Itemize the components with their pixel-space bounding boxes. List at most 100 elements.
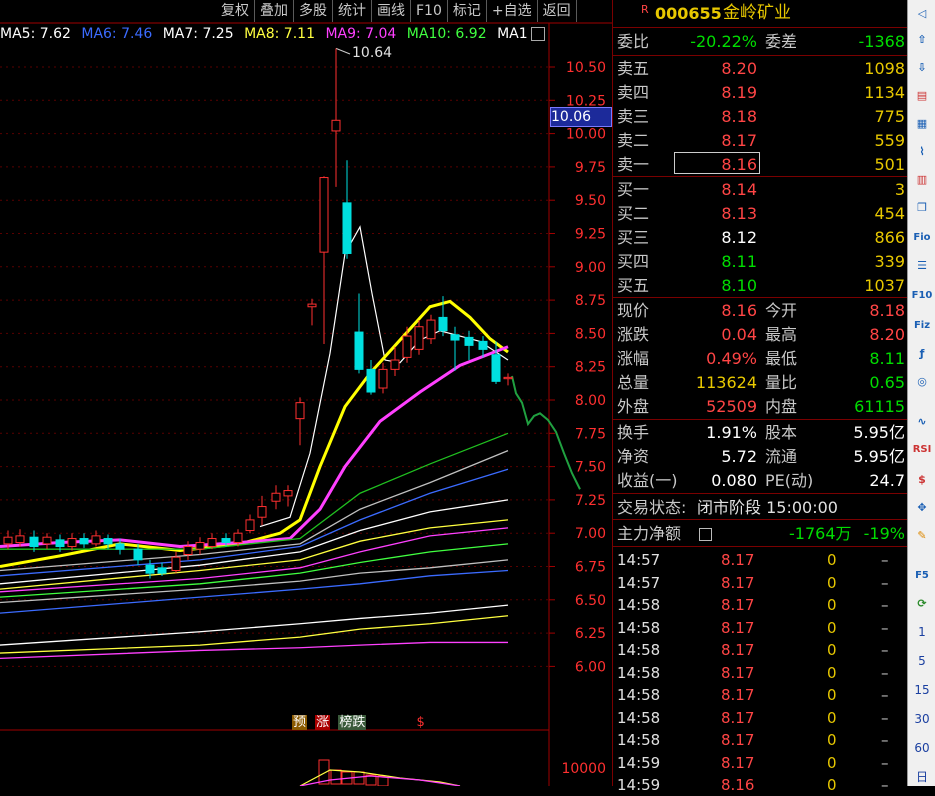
buy-row: 买四 8.11 339 [617,252,905,271]
badge-zhang[interactable]: 涨 [315,715,331,730]
candle-body [464,336,474,346]
candle-body [29,536,39,548]
candle-body [233,532,243,544]
f5-icon[interactable]: F5 [911,566,933,586]
window-icon[interactable]: ❐ [911,198,933,218]
candle-body [115,543,125,550]
minute-chart-icon[interactable]: ▤ [911,86,933,106]
candle-body [271,492,281,502]
move-icon[interactable]: ✥ [911,498,933,518]
refresh-icon[interactable]: ⟳ [911,594,933,614]
price-tick-label: 8.75 [575,293,606,309]
fund-row: 收益(一) 0.080 PE(动) 24.7 [617,471,905,490]
f10-icon[interactable]: Fio [911,228,933,248]
webi-row: 委比 -20.22% 委差 -1368 [617,32,905,51]
volume-bar [330,769,342,785]
main-flow-icon[interactable] [699,528,712,541]
tick-row: 14:59 8.17 0– [617,753,889,772]
badge-dollar[interactable]: $ [416,715,424,730]
pencil-icon[interactable]: ✎ [911,526,933,546]
candle-body [103,538,113,545]
candle-icon[interactable]: ▥ [911,170,933,190]
wave-icon[interactable]: ∿ [911,412,933,432]
fiz-icon[interactable]: Fiz [911,316,933,336]
kline-icon[interactable]: ▦ [911,114,933,134]
arrow-left-icon[interactable]: ◁ [911,4,933,24]
price-tick-label: 10.00 [566,127,606,143]
candle-body [183,546,193,556]
trend-icon[interactable]: ⌇ [911,142,933,162]
candle-body [378,368,388,389]
price-tick-label: 8.00 [575,393,606,409]
period-1[interactable]: 1 [908,625,935,639]
stock-flag: R [641,3,649,16]
dollar-icon[interactable]: $ [911,470,933,490]
quote-row: 涨幅 0.49% 最低 8.11 [617,349,905,368]
tick-row: 14:58 8.17 0– [617,731,889,749]
candle-body [307,303,317,308]
price-tick-label: 9.25 [575,227,606,243]
circle-icon[interactable]: ◎ [911,372,933,392]
buy-row: 买二 8.13 454 [617,204,905,223]
candle-body [157,567,167,574]
ma-fan-line [0,615,509,654]
candle-body [354,331,364,370]
stock-header: R 000655 金岭矿业 [613,2,907,25]
sell-row: 卖三 8.18 775 [617,107,905,126]
tick-row: 14:59 8.16 0– [617,776,889,794]
price-tick-label: 7.75 [575,426,606,442]
candle-body [221,538,231,544]
rsi-icon[interactable]: RSI [911,440,933,460]
price-tick-label: 7.25 [575,493,606,509]
period-15[interactable]: 15 [908,683,935,697]
candle-body [295,402,305,420]
tick-row: 14:57 8.17 0– [617,551,889,569]
candle-body [450,334,460,341]
period-day[interactable]: 日 [908,768,935,785]
price-tick-label: 8.25 [575,360,606,376]
price-tick-label: 7.00 [575,526,606,542]
candle-body [15,535,25,544]
buy-row: 买三 8.12 866 [617,228,905,247]
tick-row: 14:58 8.17 0– [617,686,889,704]
candle-body [390,359,400,370]
quote-row: 外盘 52509 内盘 61115 [617,397,905,416]
price-tick-label: 10.50 [566,60,606,76]
period-30[interactable]: 30 [908,712,935,726]
price-high-label: 10.64 [352,45,393,61]
tick-row: 14:58 8.17 0– [617,663,889,682]
tool-sidebar: ◁ ⇧ ⇩ ▤ ▦ ⌇ ▥ ❐ Fio ☰ F10 Fiz ƒ ◎ ∿ RSI … [907,0,935,786]
candle-body [342,202,352,254]
period-60[interactable]: 60 [908,741,935,755]
period-5[interactable]: 5 [908,654,935,668]
tick-row: 14:58 8.17 0– [617,596,889,614]
price-tick-label: 9.00 [575,260,606,276]
f10b-icon[interactable]: F10 [911,286,933,306]
candle-body [478,340,488,350]
price-tick-label: 7.50 [575,460,606,476]
badge-bangdie[interactable]: 榜跌 [338,715,367,730]
candle-body [3,536,13,545]
candle-body [402,335,412,358]
candle-body [55,539,65,548]
stock-name: 金岭矿业 [723,3,791,23]
badge-yu[interactable]: 预 [292,715,308,730]
tick-row: 14:57 8.17 0– [617,573,889,592]
candle-body [331,119,341,132]
ma-fan-line [0,432,509,550]
candle-body [145,564,155,574]
main-flow-row: 主力净额 -1764万 -19% [617,524,905,543]
tick-row: 14:58 8.17 0– [617,708,889,727]
candle-body [438,316,448,332]
candle-body [133,548,143,561]
candle-body [283,490,293,497]
candle-body [366,368,376,393]
candle-body [491,354,501,382]
buy-row: 买一 8.14 3 [617,180,905,199]
candle-body [79,538,89,545]
fx-icon[interactable]: ƒ [911,344,933,364]
list-icon[interactable]: ☰ [911,256,933,276]
arrow-down-icon[interactable]: ⇩ [911,58,933,78]
arrow-up-icon[interactable]: ⇧ [911,30,933,50]
candle-body [319,177,329,253]
